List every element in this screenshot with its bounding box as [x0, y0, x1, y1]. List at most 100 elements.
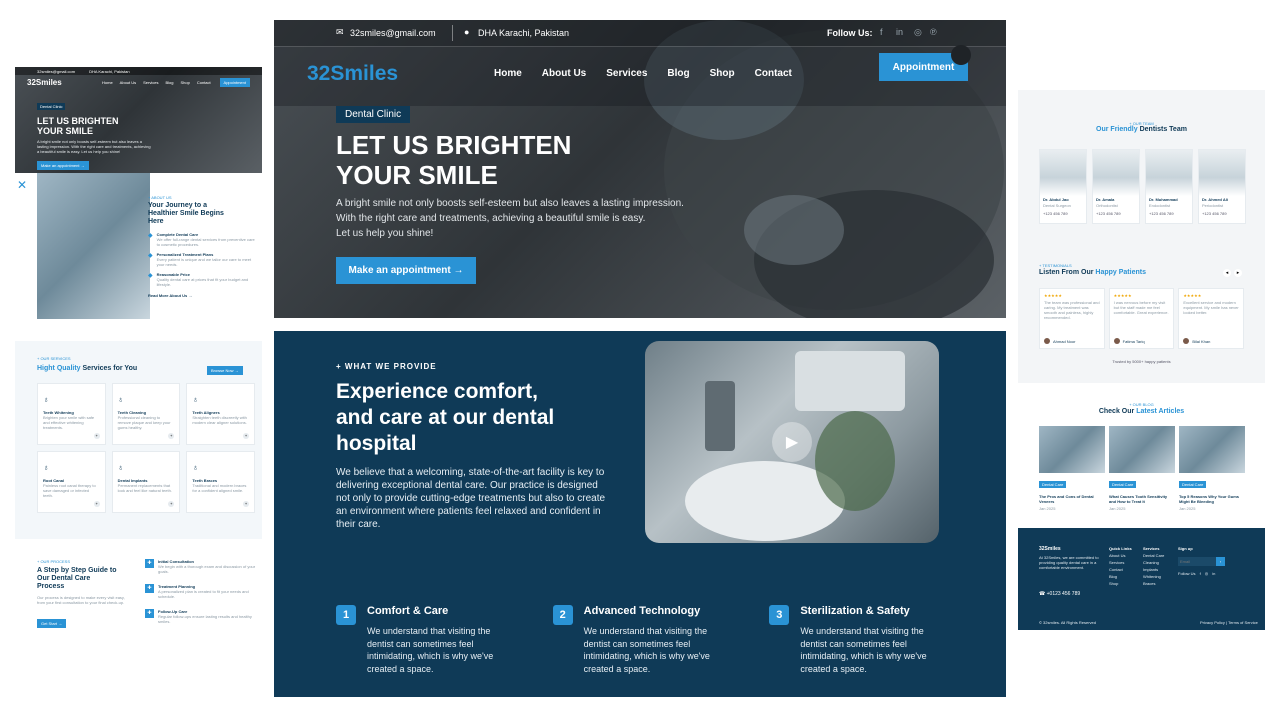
nav-item-about-us[interactable]: About Us	[542, 68, 586, 79]
next-arrow-icon[interactable]: ▸	[1234, 269, 1242, 277]
footer-link[interactable]: Services	[1109, 560, 1139, 565]
footer-instagram-icon[interactable]: ◎	[1205, 571, 1209, 576]
tooth-icon: ♁	[43, 463, 49, 472]
phone-icon: ☎	[1039, 591, 1046, 597]
rating-stars-icon: ★★★★★	[1113, 293, 1132, 298]
linkedin-icon[interactable]: in	[896, 27, 903, 37]
left-journey-section: ✕ + ABOUT US Your Journey to a Healthier…	[15, 173, 262, 323]
footer-link[interactable]: Braces	[1143, 581, 1175, 586]
guide-start-button[interactable]: Get Start →	[37, 619, 67, 628]
services-video[interactable]: ▶	[645, 341, 939, 543]
team-row: Dr. Abdul Jao Dental Surgeon +123 456 789 D…	[1039, 149, 1246, 224]
tooth-icon: ♁	[192, 463, 199, 472]
test-footer: Trusted by 5000+ happy patients	[1112, 359, 1171, 364]
feature-text: We understand that visiting the dentist …	[367, 626, 494, 674]
make-appointment-button[interactable]: Make an appointment →	[336, 257, 476, 284]
footer-email-input[interactable]	[1178, 557, 1216, 566]
footer-policy[interactable]: Privacy Policy | Terms of Service	[1200, 620, 1258, 625]
step-icon: ✚	[145, 559, 154, 568]
feature-title: Sterilization & Safety	[800, 605, 910, 617]
plus-icon[interactable]: +	[242, 433, 249, 439]
journey-item: ◆ Reasonable Price Quality dental care at …	[148, 272, 249, 287]
rating-stars-icon: ★★★★★	[1183, 293, 1202, 298]
footer-link[interactable]: Blog	[1109, 574, 1139, 579]
prev-arrow-icon[interactable]: ◂	[1223, 269, 1231, 277]
footer-link[interactable]: Whitening	[1143, 574, 1175, 579]
footer-link[interactable]: Shop	[1109, 581, 1139, 586]
service-card[interactable]: ♁ Root Canal Painless root canal therapy t…	[37, 451, 106, 513]
left-nav-item[interactable]: Blog	[165, 80, 173, 85]
topbar-email[interactable]: 32smiles@gmail.com	[350, 28, 436, 38]
services-kicker: + WHAT WE PROVIDE	[336, 362, 437, 371]
footer-link[interactable]: Dental Care	[1143, 553, 1175, 558]
plus-icon[interactable]: +	[93, 433, 100, 439]
nav-item-home[interactable]: Home	[494, 68, 522, 79]
article-card[interactable]: Dental Care The Pros and Cons of Dental V…	[1039, 426, 1105, 511]
left-nav-item[interactable]: Services	[143, 80, 158, 85]
left-guide-section: + OUR PROCESS A Step by Step Guide to Ou…	[15, 545, 262, 647]
articles-title: Check Our Latest Articles	[1098, 408, 1185, 415]
send-button[interactable]: ›	[1216, 557, 1225, 566]
plus-icon[interactable]: +	[168, 433, 175, 439]
team-card[interactable]: Dr. Amala Orthodontist +123 456 789	[1092, 149, 1140, 224]
article-card[interactable]: Dental Care What Causes Tooth Sensitivity…	[1109, 426, 1175, 511]
team-card[interactable]: Dr. Ahmed Ali Periodontist +123 456 789	[1198, 149, 1246, 224]
service-card[interactable]: ♁ Teeth Whitening Brighten your smile with…	[37, 383, 106, 445]
footer-linkedin-icon[interactable]: in	[1212, 571, 1215, 576]
guide-step: ✚ Follow-Up Care Regular follow-ups ensure…	[145, 609, 257, 624]
left-journey-photo	[37, 173, 150, 319]
guide-step: ✚ Treatment Planning A personalized plan i…	[145, 584, 257, 599]
plus-icon[interactable]: +	[168, 501, 175, 507]
nav-item-services[interactable]: Services	[606, 68, 647, 79]
tooth-icon: ♁	[117, 463, 124, 472]
hq-browse-button[interactable]: Browse Now →	[207, 366, 243, 375]
footer-link[interactable]: About Us	[1109, 553, 1139, 558]
feature-number: 1	[336, 605, 356, 625]
plus-icon[interactable]: +	[93, 501, 100, 507]
service-card[interactable]: ♁ Teeth Braces Traditional and modern brac…	[186, 451, 255, 513]
article-card[interactable]: Dental Care Top 5 Reasons Why Your Gums M…	[1179, 426, 1245, 511]
nav-item-blog[interactable]: Blog	[667, 68, 689, 79]
nav-item-shop[interactable]: Shop	[710, 68, 735, 79]
journey-read-more[interactable]: Read More About Us →	[148, 293, 258, 298]
doctor-photo	[1040, 150, 1086, 196]
testimonials-section: + TESTIMONIALS Listen From Our Happy Pat…	[1018, 243, 1265, 383]
left-hero-button[interactable]: Make an appointment →	[37, 161, 89, 170]
facebook-icon[interactable]: f	[880, 27, 883, 37]
left-nav-item[interactable]: About Us	[120, 80, 136, 85]
cursor-circle	[951, 45, 971, 65]
avatar	[1183, 338, 1190, 344]
mail-icon: ✉	[336, 27, 344, 37]
test-kicker: + TESTIMONIALS	[1039, 263, 1072, 268]
footer-logo[interactable]: 32Smiles	[1039, 546, 1061, 552]
footer-phone: ☎ +0123 456 789	[1039, 591, 1081, 597]
services-section: + WHAT WE PROVIDE Experience comfort, an…	[274, 331, 1006, 697]
footer-facebook-icon[interactable]: f	[1200, 571, 1201, 576]
site-logo[interactable]: 32Smiles	[307, 62, 398, 86]
left-nav-item[interactable]: Home	[102, 80, 113, 85]
footer-link[interactable]: Implants	[1143, 567, 1175, 572]
nav-item-contact[interactable]: Contact	[755, 68, 792, 79]
service-card[interactable]: ♁ Teeth Aligners Straighten teeth discreet…	[186, 383, 255, 445]
pinterest-icon[interactable]: ℗	[930, 27, 937, 37]
play-button-icon[interactable]: ▶	[772, 422, 812, 462]
main-nav: Home About Us Services Blog Shop Contact	[494, 68, 792, 79]
left-nav-item[interactable]: Shop	[180, 80, 189, 85]
team-card[interactable]: Dr. Abdul Jao Dental Surgeon +123 456 789	[1039, 149, 1087, 224]
footer-link[interactable]: Contact	[1109, 567, 1139, 572]
left-nav: Home About Us Services Blog Shop Contact	[102, 80, 211, 85]
service-card[interactable]: ♁ Dental Implants Permanent replacements t…	[111, 451, 181, 513]
instagram-icon[interactable]: ◎	[914, 27, 922, 38]
team-card[interactable]: Dr. Muhammad Endodontist +123 456 789	[1145, 149, 1193, 224]
testimonial-card: ★★★★★ Excellent service and modern equipm…	[1178, 288, 1245, 349]
left-nav-item[interactable]: Contact	[197, 80, 211, 85]
service-card[interactable]: ♁ Teeth Cleaning Professional cleaning to …	[111, 383, 181, 445]
services-title: Experience comfort, and care at our dent…	[336, 380, 555, 455]
footer-link[interactable]: Cleaning	[1143, 560, 1175, 565]
hq-grid: ♁ Teeth Whitening Brighten your smile with…	[37, 383, 255, 513]
step-icon: ✚	[145, 609, 154, 618]
plus-icon[interactable]: +	[242, 501, 249, 507]
left-preview-hero: 32smiles@gmail.com DHA Karachi, Pakistan…	[15, 67, 262, 177]
left-logo[interactable]: 32Smiles	[27, 78, 102, 87]
left-appointment-button[interactable]: Appointment	[219, 77, 250, 87]
